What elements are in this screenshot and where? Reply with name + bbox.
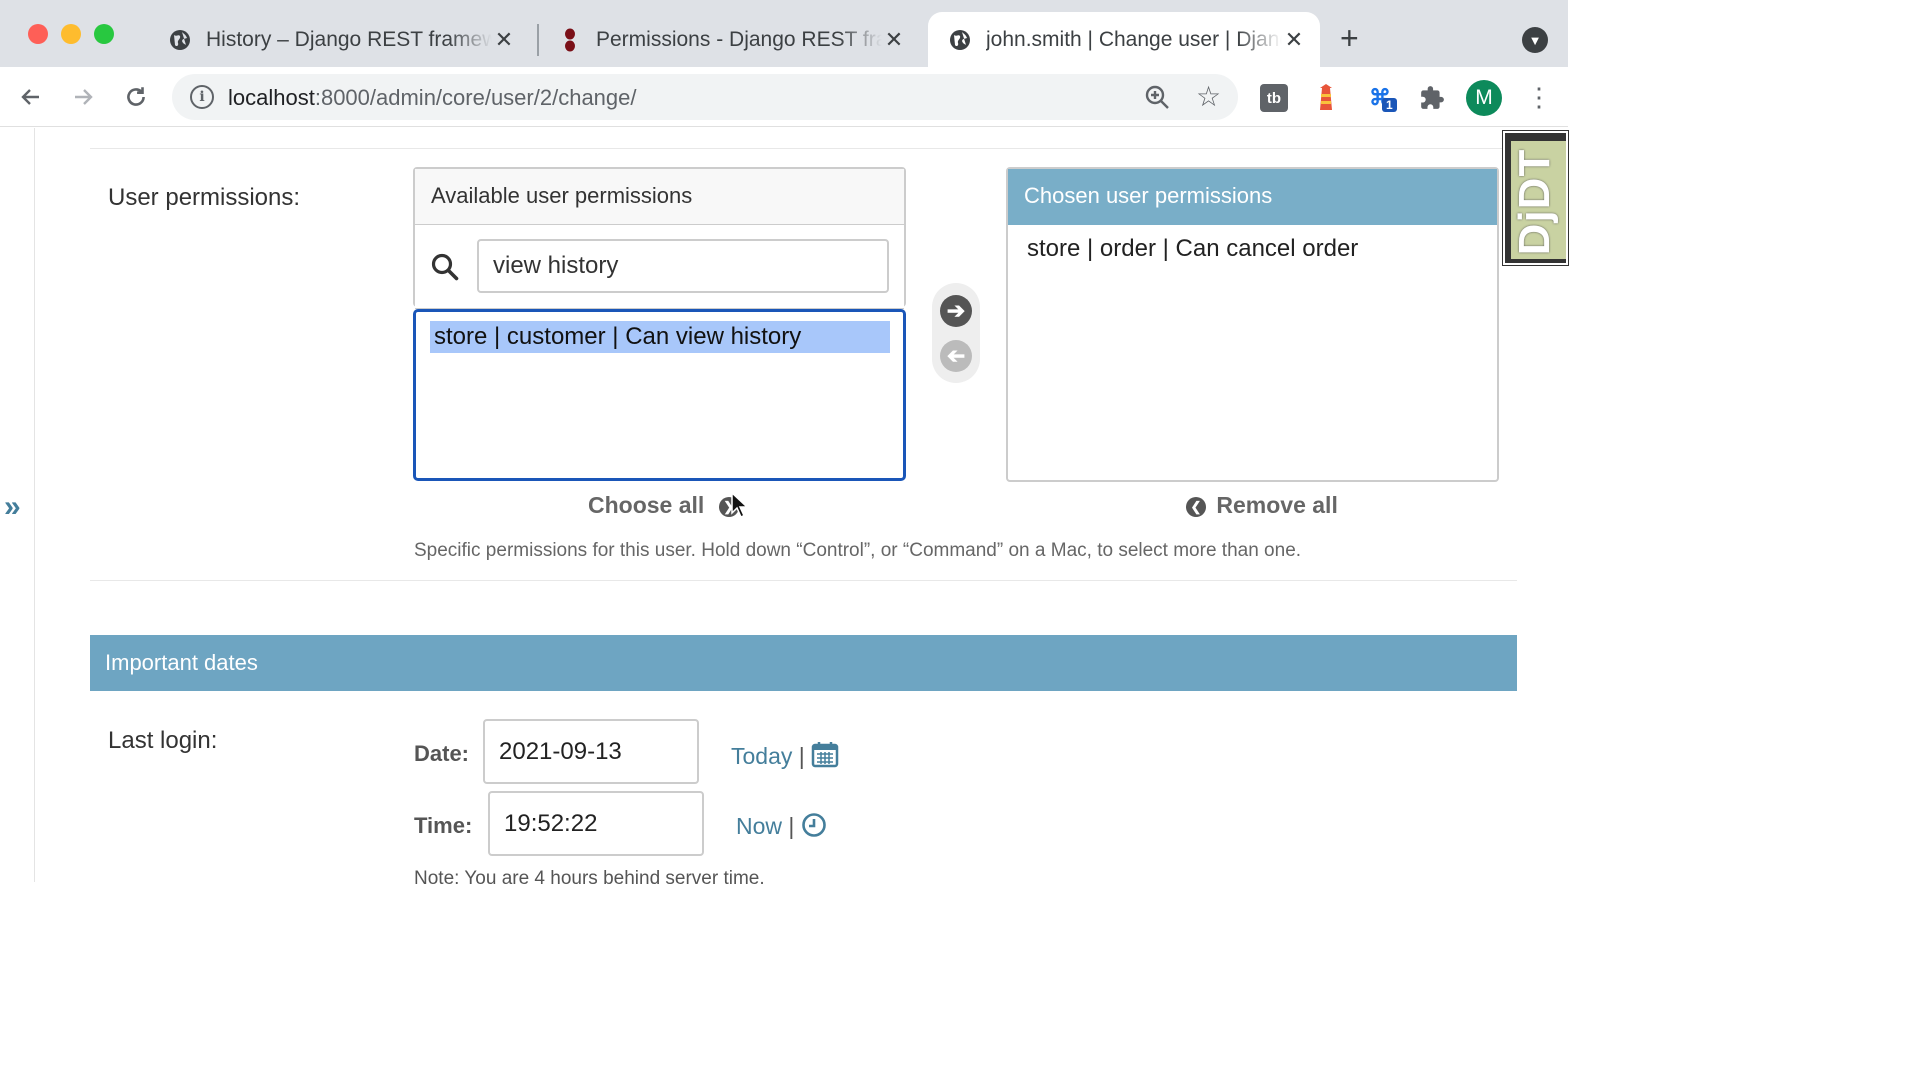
- last-login-date-input[interactable]: [483, 719, 699, 784]
- arrow-left-icon: [21, 89, 39, 105]
- browser-tab-change-user[interactable]: john.smith | Change user | Django site a…: [928, 12, 1320, 67]
- forward-button[interactable]: [67, 81, 99, 113]
- extension-lighthouse-icon[interactable]: [1312, 84, 1340, 112]
- chevron-left-icon: ❮: [1186, 496, 1206, 517]
- admin-page: » User permissions: Available user permi…: [0, 128, 1568, 889]
- chosen-permissions-panel[interactable]: Chosen user permissions store | order | …: [1006, 167, 1499, 482]
- django-debug-toolbar-handle[interactable]: DjDT: [1503, 131, 1568, 265]
- url-text: localhost:8000/admin/core/user/2/change/: [228, 85, 637, 111]
- minimize-window-button[interactable]: [61, 24, 81, 44]
- extension-badge: 1: [1382, 98, 1397, 112]
- tab-separator: [537, 24, 539, 56]
- divider: [90, 580, 1517, 581]
- globe-icon: [168, 28, 192, 52]
- clock-icon[interactable]: [801, 812, 827, 844]
- extension-tb-icon[interactable]: tb: [1260, 84, 1288, 112]
- separator: |: [788, 813, 795, 839]
- last-login-label: Last login:: [108, 727, 218, 754]
- divider: [90, 148, 1517, 149]
- profile-avatar[interactable]: M: [1466, 80, 1502, 116]
- toggle-nav-sidebar-button[interactable]: »: [4, 490, 21, 524]
- drf-icon: [558, 28, 582, 52]
- globe-icon: [948, 28, 972, 52]
- tab-title: Permissions - Django REST framework: [596, 27, 882, 51]
- remove-permission-arrow-icon[interactable]: ➔: [940, 340, 972, 372]
- browser-tab-history[interactable]: History – Django REST framework ✕: [168, 12, 530, 67]
- date-label: Date:: [414, 741, 470, 766]
- permissions-filter-row: [415, 225, 904, 309]
- now-link[interactable]: Now: [736, 813, 782, 839]
- arrow-right-icon: [75, 89, 93, 105]
- address-bar[interactable]: i localhost:8000/admin/core/user/2/chang…: [172, 74, 1238, 120]
- selector-mover: ➔ ➔: [932, 283, 980, 383]
- sidebar-border: [34, 128, 35, 882]
- separator: |: [798, 743, 805, 769]
- url-path: :8000/admin/core/user/2/change/: [314, 85, 637, 110]
- time-shortcuts: Now |: [736, 812, 827, 844]
- bookmark-star-icon[interactable]: ☆: [1196, 80, 1221, 113]
- available-permissions-panel: Available user permissions: [413, 167, 906, 309]
- today-link[interactable]: Today: [731, 743, 792, 769]
- list-item[interactable]: store | order | Can cancel order: [1027, 235, 1358, 263]
- choose-all-link[interactable]: Choose all ❯: [588, 492, 739, 519]
- url-host: localhost: [228, 85, 315, 110]
- search-icon: [431, 253, 459, 286]
- djdt-label: DjDT: [1510, 148, 1559, 256]
- important-dates-header: Important dates: [90, 635, 1517, 691]
- browser-tab-strip: History – Django REST framework ✕ Permis…: [0, 0, 1568, 67]
- zoom-icon[interactable]: [1144, 84, 1170, 115]
- list-item[interactable]: store | customer | Can view history: [430, 321, 890, 353]
- close-tab-icon[interactable]: ✕: [1282, 27, 1306, 53]
- tab-title: john.smith | Change user | Django site a…: [986, 27, 1282, 51]
- reload-icon: [127, 87, 145, 106]
- tab-search-icon[interactable]: ▼: [1522, 27, 1548, 53]
- permissions-help-text: Specific permissions for this user. Hold…: [414, 540, 1302, 561]
- last-login-time-input[interactable]: [488, 791, 704, 856]
- browser-menu-icon[interactable]: ⋮: [1526, 82, 1552, 112]
- permissions-filter-input[interactable]: [477, 239, 889, 293]
- choose-all-label: Choose all: [588, 492, 705, 518]
- chosen-permissions-title: Chosen user permissions: [1008, 169, 1497, 225]
- browser-toolbar: i localhost:8000/admin/core/user/2/chang…: [0, 67, 1568, 127]
- new-tab-button[interactable]: +: [1340, 22, 1359, 54]
- remove-all-link[interactable]: ❮ Remove all: [1186, 492, 1338, 519]
- back-button[interactable]: [15, 81, 47, 113]
- extension-shortkeys-icon[interactable]: ⌘ 1: [1366, 84, 1397, 112]
- calendar-icon[interactable]: [811, 740, 839, 774]
- close-window-button[interactable]: [28, 24, 48, 44]
- remove-all-label: Remove all: [1216, 492, 1338, 518]
- site-info-icon[interactable]: i: [190, 85, 214, 109]
- close-tab-icon[interactable]: ✕: [492, 27, 516, 53]
- extensions-puzzle-icon[interactable]: [1418, 84, 1446, 112]
- mouse-cursor-icon: [731, 491, 748, 519]
- available-permissions-list[interactable]: store | customer | Can view history: [413, 309, 906, 481]
- available-permissions-title: Available user permissions: [415, 169, 904, 225]
- date-shortcuts: Today |: [731, 740, 839, 774]
- time-label: Time:: [414, 813, 473, 838]
- maximize-window-button[interactable]: [94, 24, 114, 44]
- add-permission-arrow-icon[interactable]: ➔: [940, 295, 972, 327]
- browser-tab-permissions[interactable]: Permissions - Django REST framework ✕: [558, 12, 920, 67]
- close-tab-icon[interactable]: ✕: [882, 27, 906, 53]
- reload-button[interactable]: [120, 81, 152, 113]
- user-permissions-label: User permissions:: [108, 184, 301, 211]
- tab-title: History – Django REST framework: [206, 27, 492, 51]
- timezone-note: Note: You are 4 hours behind server time…: [414, 868, 765, 889]
